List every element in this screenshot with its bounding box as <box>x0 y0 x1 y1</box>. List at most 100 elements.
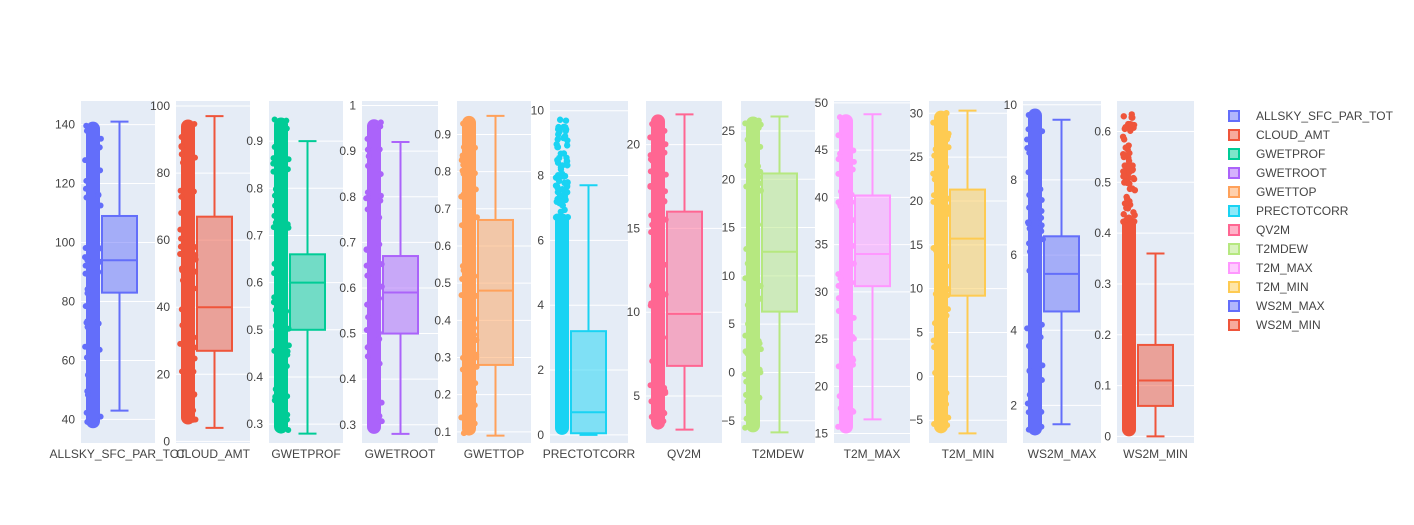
data-point <box>460 161 467 168</box>
legend-item-ws2m-max[interactable]: WS2M_MAX <box>1228 296 1393 315</box>
y-tick-label: 0 <box>1104 429 1111 443</box>
data-point <box>190 416 197 423</box>
legend-item-prectotcorr[interactable]: PRECTOTCORR <box>1228 201 1393 220</box>
y-tick-label: 0.6 <box>339 281 356 295</box>
data-point <box>849 333 856 340</box>
data-point <box>648 413 655 420</box>
data-point <box>272 393 279 400</box>
data-point <box>472 186 479 193</box>
y-tick-label: 0.5 <box>246 323 263 337</box>
iqr-box <box>196 215 233 352</box>
data-point <box>835 170 842 177</box>
data-point <box>647 183 654 190</box>
y-tick-label: 15 <box>627 221 641 235</box>
data-point <box>271 144 278 151</box>
data-point <box>272 306 279 313</box>
legend-item-gwettop[interactable]: GWETTOP <box>1228 182 1393 201</box>
data-point <box>932 291 939 298</box>
data-point <box>191 120 198 127</box>
data-point <box>850 158 857 165</box>
data-point <box>1025 343 1032 350</box>
data-point <box>563 142 571 149</box>
data-point <box>850 147 857 154</box>
data-point <box>1038 321 1045 328</box>
data-point <box>82 303 89 310</box>
data-point <box>1038 377 1045 384</box>
legend-item-t2m-min[interactable]: T2M_MIN <box>1228 277 1393 296</box>
y-tick-label: 10 <box>722 269 736 283</box>
y-tick-label: 2 <box>1010 398 1017 412</box>
data-point <box>177 187 184 194</box>
data-point <box>1120 153 1128 161</box>
data-point <box>84 318 91 325</box>
data-point <box>458 292 465 299</box>
point-cluster <box>934 110 948 434</box>
legend-item-ws2m-min[interactable]: WS2M_MIN <box>1228 315 1393 334</box>
data-point <box>649 281 656 288</box>
data-point <box>284 351 291 358</box>
data-point <box>471 144 478 151</box>
data-point <box>376 241 383 248</box>
y-tick-label: 0.7 <box>246 228 263 242</box>
data-point <box>1025 426 1032 433</box>
data-point <box>83 194 90 201</box>
y-tick-label: 0 <box>728 365 735 379</box>
legend-item-cloud-amt[interactable]: CLOUD_AMT <box>1228 125 1393 144</box>
data-point <box>95 192 102 199</box>
y-tick-label: 60 <box>62 353 76 367</box>
data-point <box>755 337 762 344</box>
legend-item-gwetroot[interactable]: GWETROOT <box>1228 163 1393 182</box>
legend-item-gwetprof[interactable]: GWETPROF <box>1228 144 1393 163</box>
y-tick-label: 10 <box>1004 98 1018 112</box>
data-point <box>1024 136 1031 143</box>
panel-qv2m: 5 10 15 20 QV2M <box>627 101 722 461</box>
data-point <box>1026 225 1033 232</box>
y-tick-label: 5 <box>633 389 640 403</box>
data-point <box>376 214 383 221</box>
data-point <box>190 334 197 341</box>
data-point <box>661 410 668 417</box>
data-point <box>376 261 383 268</box>
data-point <box>849 166 856 173</box>
data-point <box>471 389 478 396</box>
data-point <box>931 344 938 351</box>
data-point <box>83 354 90 361</box>
data-point <box>364 353 371 360</box>
data-point <box>647 302 654 309</box>
data-point <box>554 213 562 221</box>
y-tick-label: 100 <box>55 236 75 250</box>
data-point <box>84 391 91 398</box>
panel-cloud-amt: 0 20 40 60 80 100 CLOUD_AMT <box>150 99 251 461</box>
data-point <box>1038 423 1045 430</box>
data-point <box>835 132 842 139</box>
y-tick-label: 30 <box>815 285 829 299</box>
legend-item-t2mdew[interactable]: T2MDEW <box>1228 239 1393 258</box>
data-point <box>178 235 185 242</box>
data-point <box>97 202 104 209</box>
data-point <box>1026 192 1033 199</box>
legend-item-qv2m[interactable]: QV2M <box>1228 220 1393 239</box>
data-point <box>1125 214 1133 222</box>
y-tick-label: 15 <box>910 238 924 252</box>
legend-swatch <box>1228 204 1240 217</box>
legend-item-allsky-sfc-par-tot[interactable]: ALLSKY_SFC_PAR_TOT <box>1228 106 1393 125</box>
data-point <box>1130 174 1137 182</box>
data-point <box>376 412 383 419</box>
data-point <box>647 156 654 163</box>
y-tick-label: 8 <box>1010 173 1017 187</box>
y-tick-label: 0.4 <box>246 370 263 384</box>
data-point <box>271 192 278 199</box>
y-tick-label: 1 <box>349 99 356 113</box>
y-tick-label: 4 <box>537 298 544 312</box>
data-point <box>850 408 857 415</box>
legend-item-t2m-max[interactable]: T2M_MAX <box>1228 258 1393 277</box>
data-point <box>742 275 749 282</box>
data-point <box>931 152 938 159</box>
data-point <box>756 366 763 373</box>
data-point <box>742 391 749 398</box>
data-point <box>177 251 184 258</box>
data-point <box>1122 124 1129 131</box>
data-point <box>744 162 751 169</box>
data-point <box>563 189 571 196</box>
data-point <box>363 262 370 269</box>
